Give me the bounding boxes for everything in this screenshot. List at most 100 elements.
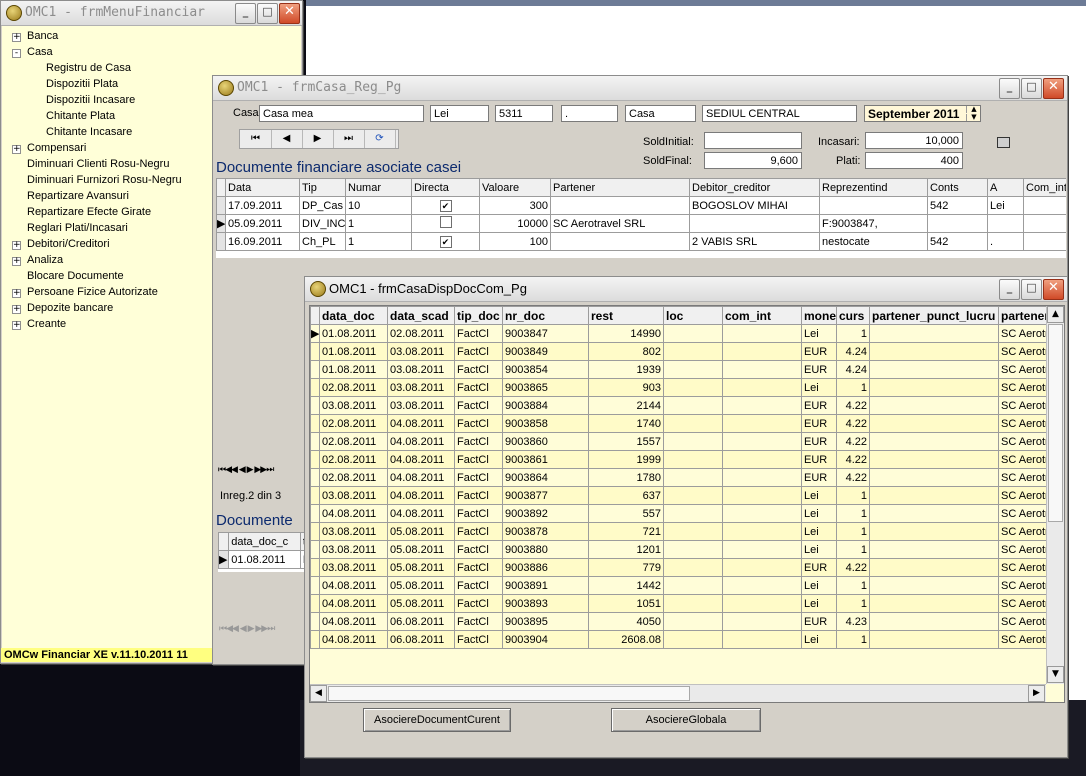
scroll-down-icon[interactable]: ▼ bbox=[1047, 666, 1064, 683]
grid-cell[interactable] bbox=[663, 378, 723, 397]
sub-col-header[interactable]: data_doc_c bbox=[228, 532, 301, 551]
grid-cell[interactable]: Lei bbox=[801, 324, 837, 343]
grid-cell[interactable]: Lei bbox=[801, 630, 837, 649]
tree-item[interactable]: Casa bbox=[27, 46, 53, 58]
grid-cell[interactable]: 05.08.2011 bbox=[387, 576, 455, 595]
grid-cell[interactable]: 637 bbox=[588, 486, 664, 505]
tree-item[interactable]: Chitante Plata bbox=[46, 110, 115, 122]
scroll-up-icon[interactable]: ▲ bbox=[1047, 306, 1064, 323]
grid-cell-com_int[interactable] bbox=[1023, 232, 1066, 251]
grid-cell-reprezentind[interactable] bbox=[819, 196, 928, 215]
grid-cell[interactable]: FactCl bbox=[454, 414, 503, 433]
grid-cell[interactable]: 802 bbox=[588, 342, 664, 361]
grid-cell[interactable]: 04.08.2011 bbox=[387, 432, 455, 451]
refresh-icon[interactable]: ⟳ bbox=[364, 130, 396, 148]
close-button[interactable]: ✕ bbox=[1043, 78, 1064, 99]
grid-cell[interactable]: SC Aerotrave bbox=[998, 396, 1046, 415]
grid-cell-a[interactable]: Lei bbox=[987, 196, 1024, 215]
subaccount-field[interactable]: . bbox=[561, 105, 618, 122]
grid-cell[interactable]: FactCl bbox=[454, 576, 503, 595]
grid-cell[interactable]: 03.08.2011 bbox=[387, 378, 455, 397]
grid-cell-data[interactable]: 05.09.2011 bbox=[225, 214, 300, 233]
grid-cell[interactable]: 04.08.2011 bbox=[387, 468, 455, 487]
expand-icon[interactable]: + bbox=[12, 257, 21, 266]
grid-cell-conts[interactable]: 542 bbox=[927, 196, 988, 215]
directa-checkbox[interactable] bbox=[439, 216, 452, 228]
grid-cell[interactable]: SC Aerotrave bbox=[998, 468, 1046, 487]
grid-cell[interactable]: 1201 bbox=[588, 540, 664, 559]
grid-cell[interactable]: 9003904 bbox=[502, 630, 589, 649]
close-button[interactable]: ✕ bbox=[279, 3, 300, 24]
grid-cell[interactable]: SC Aerotrave bbox=[998, 612, 1046, 631]
next-record-icon[interactable]: ▶ bbox=[302, 130, 334, 148]
grid-cell[interactable]: FactCl bbox=[454, 450, 503, 469]
grid-cell[interactable] bbox=[663, 432, 723, 451]
column-header[interactable]: rest bbox=[588, 306, 664, 325]
grid-cell[interactable] bbox=[722, 342, 802, 361]
grid-cell[interactable]: SC Aerotrave bbox=[998, 360, 1046, 379]
grid-cell[interactable]: 1557 bbox=[588, 432, 664, 451]
grid-cell[interactable]: 04.08.2011 bbox=[319, 612, 388, 631]
horizontal-scroll-thumb[interactable] bbox=[328, 686, 690, 701]
grid-cell-partener[interactable] bbox=[550, 232, 690, 251]
grid-cell[interactable]: Lei bbox=[801, 594, 837, 613]
close-button[interactable]: ✕ bbox=[1043, 279, 1064, 300]
sub-grid-row[interactable]: ▶ 01.08.2011 F bbox=[218, 550, 306, 569]
month-picker[interactable]: September 2011 bbox=[864, 105, 981, 122]
document-row[interactable]: 17.09.2011 DP_Cas 10 ✔ 300 BOGOSLOV MIHAI 542 L… bbox=[216, 196, 1066, 215]
grid-cell[interactable]: 03.08.2011 bbox=[319, 522, 388, 541]
grid-cell[interactable]: 903 bbox=[588, 378, 664, 397]
grid-cell[interactable]: 9003891 bbox=[502, 576, 589, 595]
grid-cell[interactable] bbox=[869, 360, 999, 379]
grid-cell[interactable]: 9003892 bbox=[502, 504, 589, 523]
incasari-field[interactable]: 10,000 bbox=[865, 132, 963, 149]
grid-cell[interactable]: FactCl bbox=[454, 612, 503, 631]
grid-cell[interactable]: EUR bbox=[801, 414, 837, 433]
column-header[interactable]: curs bbox=[836, 306, 870, 325]
grid-cell-valoare[interactable]: 10000 bbox=[479, 214, 551, 233]
column-header[interactable]: partener_punct_lucru bbox=[869, 306, 999, 325]
grid-cell[interactable] bbox=[663, 558, 723, 577]
grid-cell[interactable]: 1 bbox=[836, 576, 870, 595]
grid-cell[interactable]: 04.08.2011 bbox=[387, 486, 455, 505]
directa-checkbox[interactable]: ✔ bbox=[439, 235, 452, 248]
grid-cell[interactable] bbox=[722, 594, 802, 613]
grid-cell[interactable]: 1 bbox=[836, 504, 870, 523]
grid-cell[interactable]: 9003864 bbox=[502, 468, 589, 487]
grid-cell[interactable] bbox=[722, 576, 802, 595]
column-header[interactable]: Data bbox=[225, 178, 300, 197]
column-header[interactable]: Debitor_creditor bbox=[689, 178, 820, 197]
grid-cell-numar[interactable]: 10 bbox=[345, 196, 412, 215]
grid-cell-tip[interactable]: DP_Cas bbox=[299, 196, 346, 215]
grid-cell[interactable]: 02.08.2011 bbox=[319, 468, 388, 487]
grid-cell[interactable]: 9003847 bbox=[502, 324, 589, 343]
grid-cell[interactable]: 04.08.2011 bbox=[319, 504, 388, 523]
grid-cell[interactable]: SC Aerotrave bbox=[998, 324, 1046, 343]
grid-cell[interactable]: FactCl bbox=[454, 342, 503, 361]
column-header[interactable]: data_scad bbox=[387, 306, 455, 325]
maximize-button[interactable]: □ bbox=[1021, 78, 1042, 99]
grid-cell-data[interactable]: 16.09.2011 bbox=[225, 232, 300, 251]
grid-cell[interactable]: 04.08.2011 bbox=[387, 504, 455, 523]
grid-cell[interactable] bbox=[663, 450, 723, 469]
grid-cell[interactable]: 03.08.2011 bbox=[387, 396, 455, 415]
sold-initial-field[interactable] bbox=[704, 132, 802, 149]
grid-cell[interactable]: 05.08.2011 bbox=[387, 522, 455, 541]
grid-cell[interactable]: 2144 bbox=[588, 396, 664, 415]
table-row[interactable]: 02.08.2011 03.08.2011 FactCl 9003865 903 Lei 1… bbox=[310, 378, 1046, 397]
grid-cell[interactable]: 06.08.2011 bbox=[387, 612, 455, 631]
grid-cell[interactable]: 1 bbox=[836, 324, 870, 343]
grid-cell[interactable]: SC Aerotrave bbox=[998, 576, 1046, 595]
table-row[interactable]: 03.08.2011 04.08.2011 FactCl 9003877 637 Lei 1… bbox=[310, 486, 1046, 505]
grid-cell[interactable] bbox=[869, 396, 999, 415]
tree-item[interactable]: Chitante Incasare bbox=[46, 126, 132, 138]
grid-cell[interactable]: 1442 bbox=[588, 576, 664, 595]
column-header[interactable]: data_doc bbox=[319, 306, 388, 325]
column-header[interactable]: Numar bbox=[345, 178, 412, 197]
tree-item[interactable]: Persoane Fizice Autorizate bbox=[27, 286, 158, 298]
grid-cell[interactable]: 1051 bbox=[588, 594, 664, 613]
grid-cell[interactable]: Lei bbox=[801, 504, 837, 523]
grid-cell[interactable]: 1 bbox=[836, 630, 870, 649]
grid-cell[interactable] bbox=[869, 414, 999, 433]
grid-cell[interactable] bbox=[869, 432, 999, 451]
